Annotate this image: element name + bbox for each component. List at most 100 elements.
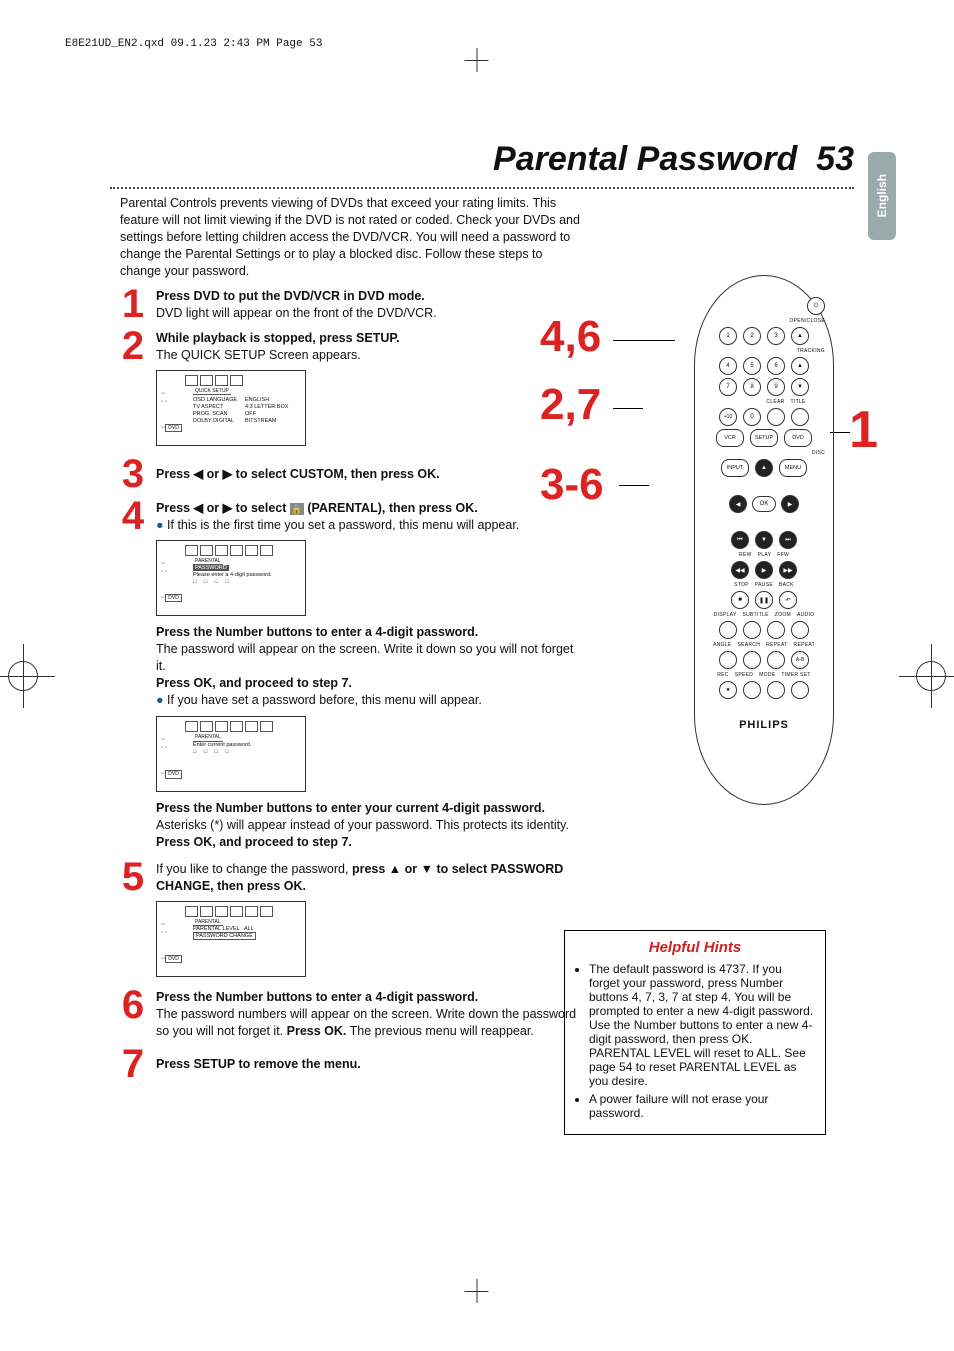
angle-button xyxy=(719,651,737,669)
page-title: Parental Password 53 xyxy=(493,140,854,178)
step-4d-c: Press OK, and proceed to step 7. xyxy=(156,835,352,849)
registration-mark-right xyxy=(916,661,946,691)
mode-button xyxy=(767,681,785,699)
registration-mark-left xyxy=(8,661,38,691)
l-search: SEARCH xyxy=(737,642,760,648)
timer-button xyxy=(791,681,809,699)
display-button xyxy=(719,621,737,639)
up-button: ▲ xyxy=(755,459,773,477)
step-1-bold: Press DVD to put the DVD/VCR in DVD mode… xyxy=(156,289,425,303)
ref-2-7: 2,7 xyxy=(540,380,601,430)
next-button: ⏭ xyxy=(779,531,797,549)
l-timer: TIMER SET xyxy=(781,672,810,678)
track-up-button: ▲ xyxy=(791,357,809,375)
helpful-hints-box: Helpful Hints The default password is 47… xyxy=(564,930,826,1135)
step-6: 6 Press the Number buttons to enter a 4-… xyxy=(110,987,580,1040)
ok-button: OK xyxy=(752,496,776,512)
stop-label: STOP xyxy=(734,582,749,588)
screen-b-hi: PASSWORD xyxy=(193,565,229,571)
screen-c-tab: PARENTAL xyxy=(193,734,223,741)
repeat-button xyxy=(767,651,785,669)
screen-d-row2: PASSWORD CHANGE xyxy=(193,932,256,940)
l-display: DISPLAY xyxy=(714,612,737,618)
num-7: 7 xyxy=(719,378,737,396)
hint-2: A power failure will not erase your pass… xyxy=(589,1092,815,1120)
quick-setup-screen: ◦◦◦ ◦◦◦DVD QUICK SETUP OSD LANGUAGE TV A… xyxy=(156,370,306,446)
title-divider xyxy=(110,187,854,189)
right-button: ▶ xyxy=(781,495,799,513)
ab-button: A-B xyxy=(791,651,809,669)
clear-button xyxy=(767,408,785,426)
step-4-bullet: If this is the first time you set a pass… xyxy=(156,518,519,532)
step-7: 7 Press SETUP to remove the menu. xyxy=(110,1046,580,1082)
zoom-button xyxy=(767,621,785,639)
rec-button: ● xyxy=(719,681,737,699)
dvd-button: DVD xyxy=(784,429,812,447)
page-title-row: Parental Password 53 xyxy=(110,140,854,179)
step-4c-a: Press the Number buttons to enter a 4-di… xyxy=(156,625,478,639)
title-button xyxy=(791,408,809,426)
ref-line-a xyxy=(613,340,675,341)
num-2: 2 xyxy=(743,327,761,345)
num-8: 8 xyxy=(743,378,761,396)
step-5-number: 5 xyxy=(110,859,156,895)
step-4-number: 4 xyxy=(110,498,156,534)
disc-label: DISC xyxy=(703,450,825,456)
rew-label: REW xyxy=(739,552,752,558)
dpad: ◀ OK ▶ xyxy=(729,481,799,527)
subtitle-button xyxy=(743,621,761,639)
remote-diagram: ⏻ OPEN/CLOSE 1 2 3 ▲ TRACKING 4 5 6 ▲ 7 … xyxy=(694,275,834,805)
l-zoom: ZOOM xyxy=(775,612,791,618)
menu-button: MENU xyxy=(779,459,807,477)
speed-button xyxy=(743,681,761,699)
file-header: E8E21UD_EN2.qxd 09.1.23 2:43 PM Page 53 xyxy=(65,38,322,50)
num-1: 1 xyxy=(719,327,737,345)
step-4d-a: Press the Number buttons to enter your c… xyxy=(156,801,545,815)
prev-button: ⏮ xyxy=(731,531,749,549)
screen-b-tab: PARENTAL xyxy=(193,558,223,565)
page: E8E21UD_EN2.qxd 09.1.23 2:43 PM Page 53 … xyxy=(0,0,954,1351)
step-3: 3 Press ◀ or ▶ to select CUSTOM, then pr… xyxy=(110,456,580,492)
screen-c-boxes: □ □ □ □ xyxy=(193,749,232,755)
back-button: ↶ xyxy=(779,591,797,609)
l-speed: SPEED xyxy=(735,672,753,678)
screen-a-left: OSD LANGUAGE TV ASPECT PROG. SCAN DOLBY … xyxy=(193,397,237,425)
ref-3-6: 3-6 xyxy=(540,460,604,510)
audio-button xyxy=(791,621,809,639)
step-2-bold: While playback is stopped, press SETUP. xyxy=(156,331,400,345)
step-7-b: Press SETUP to remove the menu. xyxy=(156,1057,361,1071)
intro-paragraph: Parental Controls prevents viewing of DV… xyxy=(120,195,580,279)
eject-button: ▲ xyxy=(791,327,809,345)
play-label: PLAY xyxy=(758,552,772,558)
step-4d-b: Asterisks (*) will appear instead of you… xyxy=(156,818,569,832)
screen-d-tab: PARENTAL xyxy=(193,919,223,926)
parental-password-screen: ◦◦◦ ◦◦◦DVD PARENTAL PASSWORD Please ente… xyxy=(156,540,306,616)
open-close-label: OPEN/CLOSE xyxy=(703,318,825,324)
step-1: 1 Press DVD to put the DVD/VCR in DVD mo… xyxy=(110,286,580,322)
search-button xyxy=(743,651,761,669)
step-2-number: 2 xyxy=(110,328,156,364)
num-plus10: +10 xyxy=(719,408,737,426)
pause-button: ❚❚ xyxy=(755,591,773,609)
step-1-number: 1 xyxy=(110,286,156,322)
hint-1: The default password is 4737. If you for… xyxy=(589,962,815,1088)
step-5: 5 If you like to change the password, pr… xyxy=(110,859,580,895)
num-6: 6 xyxy=(767,357,785,375)
rew-button: ◀◀ xyxy=(731,561,749,579)
clear-label: CLEAR xyxy=(766,399,784,405)
step-6-b2: Press OK. xyxy=(287,1024,347,1038)
ref-line-c xyxy=(619,485,649,486)
power-button: ⏻ xyxy=(807,297,825,315)
step-4-b1: Press ◀ or ▶ to select xyxy=(156,501,290,515)
step-4c-c: Press OK, and proceed to step 7. xyxy=(156,676,352,690)
setup-button: SETUP xyxy=(750,429,778,447)
back-label: BACK xyxy=(779,582,794,588)
pause-label: PAUSE xyxy=(755,582,773,588)
language-tab: English xyxy=(868,152,896,240)
page-title-text: Parental Password xyxy=(493,140,797,178)
screen-c-msg: Enter current password. xyxy=(193,742,251,748)
screen-a-right: ENGLISH 4:3 LETTER BOX OFF BITSTREAM xyxy=(245,397,288,425)
step-6-number: 6 xyxy=(110,987,156,1023)
helpful-hints-title: Helpful Hints xyxy=(575,939,815,956)
l-angle: ANGLE xyxy=(713,642,731,648)
